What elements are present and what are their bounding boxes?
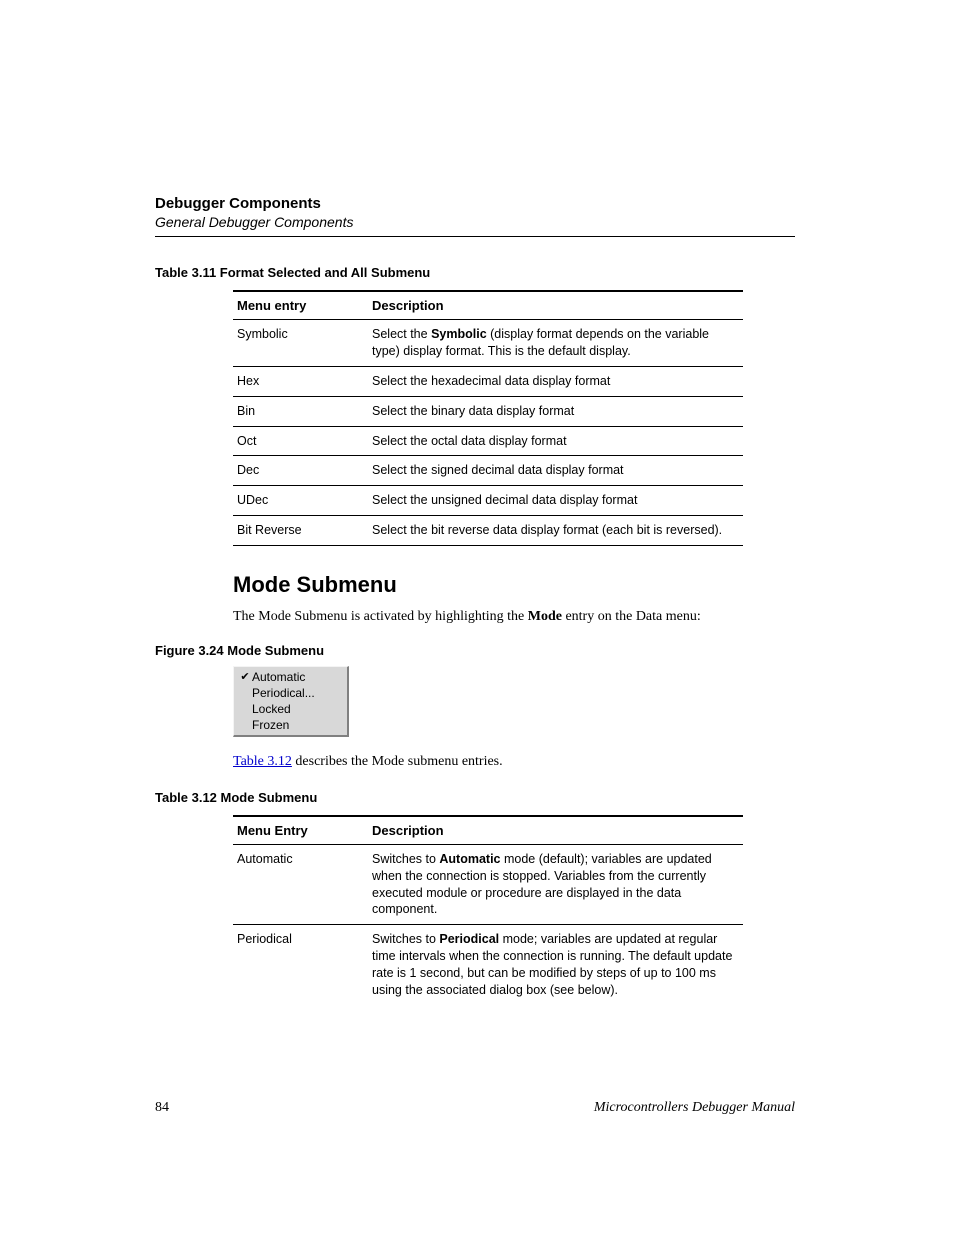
table-3-12-caption: Table 3.12 Mode Submenu xyxy=(155,790,795,805)
page-number: 84 xyxy=(155,1100,169,1116)
table-cell: Select the signed decimal data display f… xyxy=(368,456,743,486)
page-footer: 84 Microcontrollers Debugger Manual xyxy=(155,1100,795,1116)
table-3-12-link[interactable]: Table 3.12 xyxy=(233,754,292,769)
reference-text: Table 3.12 describes the Mode submenu en… xyxy=(233,753,795,772)
menu-item-label: Periodical... xyxy=(252,686,341,700)
mode-submenu-figure: ✔ Automatic Periodical... Locked Frozen xyxy=(233,666,349,737)
table-3-11: Menu entry Description Symbolic Select t… xyxy=(233,290,743,546)
table-row: Dec Select the signed decimal data displ… xyxy=(233,456,743,486)
manual-title: Microcontrollers Debugger Manual xyxy=(594,1100,795,1116)
table-cell: Bin xyxy=(233,396,368,426)
table-cell: UDec xyxy=(233,486,368,516)
table-cell: Symbolic xyxy=(233,320,368,367)
menu-item-label: Automatic xyxy=(252,670,341,684)
table-cell: Select the octal data display format xyxy=(368,426,743,456)
table-row: Periodical Switches to Periodical mode; … xyxy=(233,925,743,1005)
table-cell: Periodical xyxy=(233,925,368,1005)
table-row: UDec Select the unsigned decimal data di… xyxy=(233,486,743,516)
table-3-12: Menu Entry Description Automatic Switche… xyxy=(233,815,743,1005)
table-cell: Switches to Automatic mode (default); va… xyxy=(368,844,743,925)
table-header-cell: Description xyxy=(368,291,743,320)
section-heading: Mode Submenu xyxy=(233,572,795,598)
table-cell: Select the Symbolic (display format depe… xyxy=(368,320,743,367)
table-3-11-caption: Table 3.11 Format Selected and All Subme… xyxy=(155,265,795,280)
figure-3-24-caption: Figure 3.24 Mode Submenu xyxy=(155,643,795,658)
table-cell: Hex xyxy=(233,366,368,396)
table-row: Hex Select the hexadecimal data display … xyxy=(233,366,743,396)
table-cell: Select the bit reverse data display form… xyxy=(368,516,743,546)
table-row: Bit Reverse Select the bit reverse data … xyxy=(233,516,743,546)
menu-item-label: Frozen xyxy=(252,718,341,732)
table-row: Bin Select the binary data display forma… xyxy=(233,396,743,426)
header-subtitle: General Debugger Components xyxy=(155,214,795,230)
menu-item-locked[interactable]: Locked xyxy=(234,701,347,717)
table-header-cell: Description xyxy=(368,816,743,845)
table-header-cell: Menu Entry xyxy=(233,816,368,845)
table-cell: Switches to Periodical mode; variables a… xyxy=(368,925,743,1005)
table-cell: Bit Reverse xyxy=(233,516,368,546)
page-header: Debugger Components General Debugger Com… xyxy=(155,195,795,237)
checkmark-icon: ✔ xyxy=(238,670,252,683)
header-rule xyxy=(155,236,795,237)
table-row: Symbolic Select the Symbolic (display fo… xyxy=(233,320,743,367)
menu-item-frozen[interactable]: Frozen xyxy=(234,717,347,733)
table-cell: Select the unsigned decimal data display… xyxy=(368,486,743,516)
menu-item-automatic[interactable]: ✔ Automatic xyxy=(234,669,347,685)
table-cell: Automatic xyxy=(233,844,368,925)
menu-item-label: Locked xyxy=(252,702,341,716)
menu-item-periodical[interactable]: Periodical... xyxy=(234,685,347,701)
table-cell: Oct xyxy=(233,426,368,456)
table-row: Oct Select the octal data display format xyxy=(233,426,743,456)
table-cell: Select the binary data display format xyxy=(368,396,743,426)
table-cell: Dec xyxy=(233,456,368,486)
table-cell: Select the hexadecimal data display form… xyxy=(368,366,743,396)
table-row: Automatic Switches to Automatic mode (de… xyxy=(233,844,743,925)
table-header-cell: Menu entry xyxy=(233,291,368,320)
section-intro: The Mode Submenu is activated by highlig… xyxy=(233,608,795,627)
header-title: Debugger Components xyxy=(155,195,795,212)
